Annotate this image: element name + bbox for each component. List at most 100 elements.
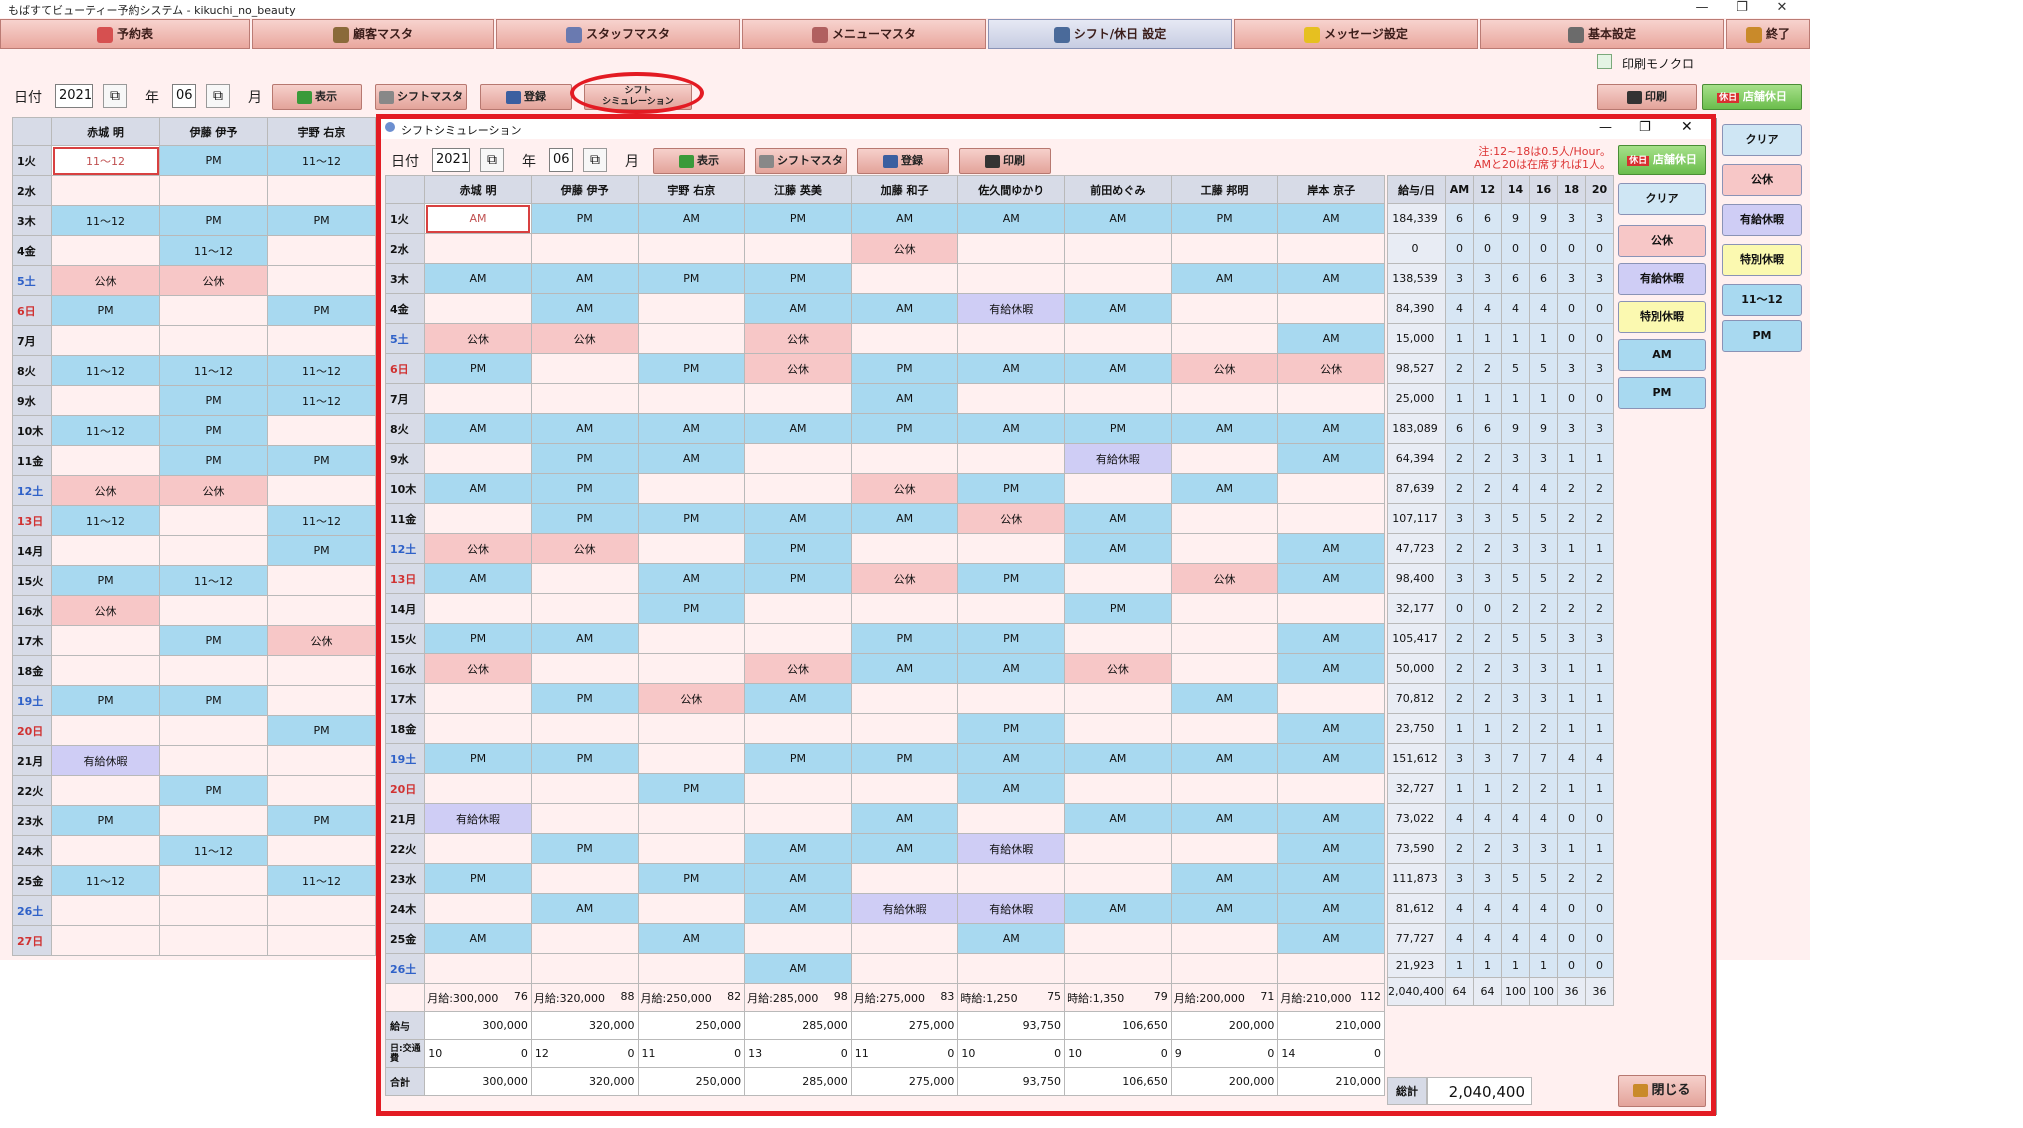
shift-cell[interactable]: [530, 713, 639, 744]
shift-cell[interactable]: [1170, 383, 1279, 414]
shift-cell[interactable]: [850, 953, 959, 984]
shift-cell[interactable]: AM: [957, 203, 1066, 234]
shift-cell[interactable]: [267, 685, 376, 716]
year-calendar-icon[interactable]: ⧉: [103, 84, 127, 108]
main-print-button[interactable]: 印刷: [1597, 84, 1697, 110]
shift-cell[interactable]: PM: [159, 415, 268, 446]
shift-cell[interactable]: [1170, 653, 1279, 684]
shift-cell[interactable]: [1170, 593, 1279, 624]
shift-cell[interactable]: [1170, 923, 1279, 954]
shift-cell[interactable]: [530, 923, 639, 954]
shift-cell[interactable]: AM: [850, 653, 959, 684]
shift-cell[interactable]: AM: [637, 923, 746, 954]
shift-cell[interactable]: AM: [1277, 323, 1385, 354]
shift-cell[interactable]: [530, 953, 639, 984]
shift-cell[interactable]: [957, 233, 1066, 264]
sim-minimize-button[interactable]: —: [1599, 120, 1612, 135]
shift-cell[interactable]: [1170, 323, 1279, 354]
sim-store-holiday-button[interactable]: 休日 店舗休日: [1618, 145, 1706, 175]
shift-cell[interactable]: 公休: [957, 503, 1066, 534]
shift-cell[interactable]: PM: [267, 715, 376, 746]
shift-cell[interactable]: [530, 863, 639, 894]
shift-cell[interactable]: PM: [51, 295, 160, 326]
shift-cell[interactable]: 11～12: [267, 505, 376, 536]
shift-cell[interactable]: PM: [744, 203, 852, 234]
shift-cell[interactable]: [637, 653, 746, 684]
shift-cell[interactable]: 公休: [159, 265, 268, 296]
main-public-off-button[interactable]: 公休: [1722, 164, 1802, 196]
shift-cell[interactable]: PM: [51, 565, 160, 596]
shift-cell[interactable]: [1170, 953, 1279, 984]
shift-cell[interactable]: PM: [159, 625, 268, 656]
shift-cell[interactable]: PM: [267, 535, 376, 566]
shift-cell[interactable]: PM: [424, 863, 532, 894]
shift-cell[interactable]: [957, 953, 1066, 984]
shift-cell[interactable]: PM: [1064, 593, 1172, 624]
shift-cell[interactable]: [530, 773, 639, 804]
shift-cell[interactable]: [637, 533, 746, 564]
main-paid-leave-button[interactable]: 有給休暇: [1722, 204, 1802, 236]
shift-cell[interactable]: AM: [744, 893, 852, 924]
shift-cell[interactable]: PM: [744, 743, 852, 774]
shift-cell[interactable]: 公休: [850, 563, 959, 594]
shift-cell[interactable]: AM: [424, 413, 532, 444]
shift-cell[interactable]: [1170, 533, 1279, 564]
shift-cell[interactable]: 公休: [51, 475, 160, 506]
shift-cell[interactable]: [530, 803, 639, 834]
shift-cell[interactable]: AM: [1277, 833, 1385, 864]
shift-cell[interactable]: 有給休暇: [957, 293, 1066, 324]
shift-cell[interactable]: 11～12: [159, 565, 268, 596]
shift-cell[interactable]: AM: [637, 563, 746, 594]
shift-cell[interactable]: AM: [637, 443, 746, 474]
shift-cell[interactable]: [850, 443, 959, 474]
shift-cell[interactable]: [1064, 833, 1172, 864]
shift-cell[interactable]: [637, 893, 746, 924]
shift-cell[interactable]: 有給休暇: [850, 893, 959, 924]
shift-cell[interactable]: PM: [744, 263, 852, 294]
shift-cell[interactable]: PM: [267, 295, 376, 326]
shift-cell[interactable]: [1277, 773, 1385, 804]
shift-cell[interactable]: [850, 323, 959, 354]
shift-cell[interactable]: [530, 353, 639, 384]
shift-cell[interactable]: [267, 745, 376, 776]
shift-cell[interactable]: [850, 863, 959, 894]
shift-cell[interactable]: [51, 715, 160, 746]
tab-menu[interactable]: メニューマスタ: [742, 19, 986, 49]
shift-cell[interactable]: [159, 715, 268, 746]
shift-cell[interactable]: PM: [530, 743, 639, 774]
shift-cell[interactable]: [957, 803, 1066, 834]
shift-cell[interactable]: AM: [1170, 683, 1279, 714]
shift-cell[interactable]: [530, 383, 639, 414]
shift-cell[interactable]: PM: [1064, 413, 1172, 444]
shift-cell[interactable]: [267, 895, 376, 926]
shift-cell[interactable]: AM: [1277, 863, 1385, 894]
shift-cell[interactable]: [850, 713, 959, 744]
tab-calendar[interactable]: 予約表: [0, 19, 250, 49]
minimize-button[interactable]: —: [1682, 0, 1722, 18]
shift-cell[interactable]: 11～12: [267, 145, 376, 176]
shift-cell[interactable]: AM: [957, 743, 1066, 774]
shift-cell[interactable]: [159, 805, 268, 836]
sim-close-icon[interactable]: ✕: [1681, 119, 1693, 135]
shift-cell[interactable]: [51, 235, 160, 266]
shift-cell[interactable]: 公休: [530, 323, 639, 354]
shift-cell[interactable]: [159, 175, 268, 206]
shift-cell[interactable]: AM: [850, 203, 959, 234]
shift-cell[interactable]: [637, 293, 746, 324]
shift-cell[interactable]: [267, 265, 376, 296]
shift-cell[interactable]: [1064, 563, 1172, 594]
shift-cell[interactable]: 公休: [51, 595, 160, 626]
shift-cell[interactable]: [267, 775, 376, 806]
shift-cell[interactable]: AM: [530, 413, 639, 444]
shift-cell[interactable]: [1064, 473, 1172, 504]
shift-cell[interactable]: [1277, 683, 1385, 714]
shift-cell[interactable]: AM: [1277, 443, 1385, 474]
sim-close-button[interactable]: 閉じる: [1618, 1075, 1706, 1107]
shift-cell[interactable]: 公休: [530, 533, 639, 564]
shift-cell[interactable]: [159, 745, 268, 776]
shift-cell[interactable]: AM: [1277, 713, 1385, 744]
shift-master-button[interactable]: シフトマスタ: [375, 84, 467, 110]
shift-cell[interactable]: PM: [51, 685, 160, 716]
shift-cell[interactable]: 公休: [744, 323, 852, 354]
sim-print-button[interactable]: 印刷: [959, 148, 1051, 174]
